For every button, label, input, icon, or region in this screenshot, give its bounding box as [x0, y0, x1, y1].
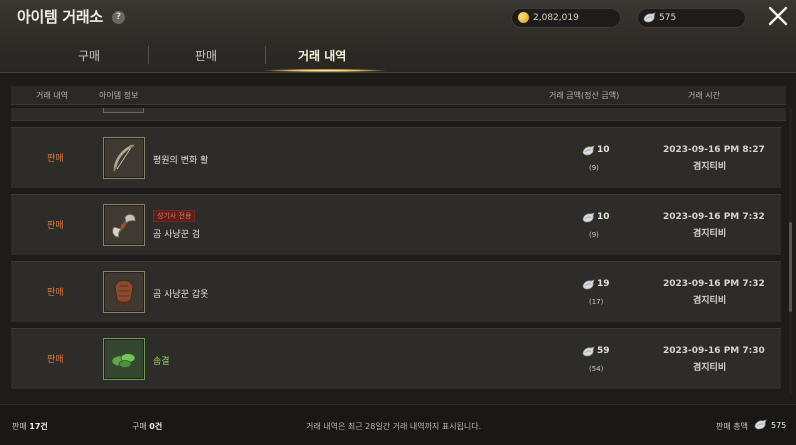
- sell-total-value: 575: [771, 421, 787, 430]
- list-item[interactable]: [11, 108, 786, 121]
- trade-server: 겸지티비: [693, 229, 727, 239]
- history-list[interactable]: 판매 평원의 변화 활 10 (9) 2023-09-16 PM 8:27 겸지…: [11, 108, 786, 395]
- active-tab-indicator: [265, 69, 385, 72]
- axe-icon: [112, 214, 136, 238]
- tab-sell[interactable]: 판매: [195, 47, 217, 64]
- tab-divider: [148, 46, 149, 64]
- tab-buy[interactable]: 구매: [78, 47, 100, 64]
- item-slot[interactable]: [103, 338, 145, 380]
- armor-icon: [114, 280, 134, 306]
- buy-count-label: 구매: [132, 422, 147, 431]
- col-amount: 거래 금액(정산 금액): [549, 91, 620, 100]
- trade-type: 판매: [47, 154, 64, 164]
- scrollbar-thumb[interactable]: [789, 222, 792, 312]
- trade-date: 2023-09-16 PM 7:32: [663, 212, 765, 222]
- title-bar: 아이템 거래소 ? 2,082,019 575 구매 판매 거래 내역: [0, 0, 796, 73]
- trade-price: 10: [597, 145, 610, 155]
- trade-date: 2023-09-16 PM 7:30: [663, 346, 765, 356]
- close-icon[interactable]: [767, 5, 789, 27]
- silver-icon: [754, 419, 767, 431]
- trade-price: 10: [597, 212, 610, 222]
- item-slot[interactable]: [103, 137, 145, 179]
- item-slot[interactable]: [103, 271, 145, 313]
- sell-count-label: 판매: [12, 422, 27, 431]
- trade-type: 판매: [47, 221, 64, 231]
- col-item-info: 아이템 정보: [99, 91, 139, 100]
- silver-amount: 575: [659, 13, 677, 23]
- trade-type: 판매: [47, 288, 64, 298]
- sell-total-label: 판매 총액: [716, 422, 748, 431]
- settle-amount: (9): [589, 164, 599, 172]
- trade-server: 겸지티비: [693, 363, 727, 373]
- col-time: 거래 시간: [688, 91, 720, 100]
- buy-count: 구매 0건: [132, 421, 162, 432]
- leaf-icon: [111, 353, 136, 368]
- item-slot[interactable]: [103, 204, 145, 246]
- silver-icon: [582, 279, 595, 291]
- silver-icon: [582, 346, 595, 358]
- gold-balance: 2,082,019: [511, 8, 621, 28]
- list-item[interactable]: 판매 평원의 변화 활 10 (9) 2023-09-16 PM 8:27 겸지…: [11, 127, 781, 188]
- trade-server: 겸지티비: [693, 162, 727, 172]
- silver-icon: [582, 212, 595, 224]
- item-slot: [103, 108, 144, 113]
- trade-server: 겸지티비: [693, 296, 727, 306]
- item-name: 곰 사냥꾼 검: [153, 230, 201, 240]
- trade-date: 2023-09-16 PM 7:32: [663, 279, 765, 289]
- help-icon[interactable]: ?: [112, 11, 125, 24]
- trade-type: 판매: [47, 355, 64, 365]
- tab-history[interactable]: 거래 내역: [298, 47, 346, 64]
- list-item[interactable]: 판매 곰 사냥꾼 갑옷 19 (17) 2023-09-16 PM 7:32 겸…: [11, 261, 781, 322]
- trade-price: 19: [597, 279, 610, 289]
- settle-amount: (17): [589, 298, 604, 306]
- item-name: 솜결: [153, 357, 170, 367]
- tab-divider: [265, 46, 266, 64]
- silver-icon: [643, 12, 656, 24]
- silver-icon: [582, 145, 595, 157]
- bow-icon: [113, 144, 135, 172]
- settle-amount: (9): [589, 231, 599, 239]
- silver-balance: 575: [637, 8, 746, 28]
- trade-date: 2023-09-16 PM 8:27: [663, 145, 765, 155]
- trade-price: 59: [597, 346, 610, 356]
- list-item[interactable]: 판매 성기사 전용 곰 사냥꾼 검 10 (9) 2023-09-16 PM 7…: [11, 194, 781, 255]
- column-header: 거래 내역 아이템 정보 거래 금액(정산 금액) 거래 시간: [11, 86, 786, 105]
- footer-bar: 판매 17건 구매 0건 거래 내역은 최근 28일간 거래 내역까지 표시됩니…: [0, 404, 796, 445]
- col-history: 거래 내역: [36, 91, 68, 100]
- item-name: 평원의 변화 활: [153, 156, 209, 166]
- page-title: 아이템 거래소: [17, 8, 103, 26]
- sell-count: 판매 17건: [12, 421, 48, 432]
- gold-amount: 2,082,019: [533, 13, 579, 23]
- buy-count-value: 0건: [149, 422, 163, 431]
- item-name: 곰 사냥꾼 갑옷: [153, 290, 209, 300]
- sell-count-value: 17건: [29, 422, 48, 431]
- history-note: 거래 내역은 최근 28일간 거래 내역까지 표시됩니다.: [306, 422, 482, 431]
- class-badge: 성기사 전용: [153, 210, 196, 222]
- settle-amount: (54): [589, 365, 604, 373]
- list-item[interactable]: 판매 솜결 59 (54) 2023-09-16 PM 7:30 겸지티비: [11, 328, 781, 389]
- gold-coin-icon: [518, 12, 529, 23]
